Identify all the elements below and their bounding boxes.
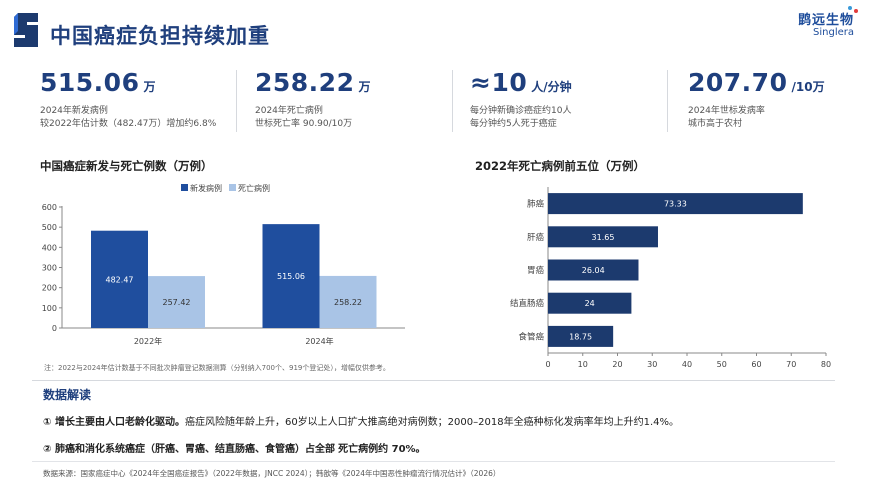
kpi-unit: 万 bbox=[143, 80, 156, 94]
y-tick-label: 结直肠癌 bbox=[510, 298, 545, 309]
kpi-caption: 每分钟新确诊癌症约10人 bbox=[470, 106, 572, 116]
kpi-unit: 人/分钟 bbox=[531, 80, 572, 94]
interpretation-item-1-text: 癌症风险随年龄上升，60岁以上人口扩大推高绝对病例数；2000–2018年全癌种… bbox=[184, 417, 679, 428]
brand-logo: 鹍远生物 Singlera bbox=[797, 6, 858, 38]
bar-value-label: 31.65 bbox=[592, 233, 615, 242]
y-tick-label: 0 bbox=[52, 324, 57, 333]
kpi-new-cases: 515.06 万 2024年新发病例 较2022年估计数（482.47万）增加约6… bbox=[40, 68, 216, 140]
y-tick-label: 500 bbox=[42, 223, 57, 232]
kpi-caption: 较2022年估计数（482.47万）增加约6.8% bbox=[40, 119, 217, 129]
kpi-caption: 世标死亡率 90.90/10万 bbox=[255, 119, 353, 129]
x-tick-label: 2022年 bbox=[134, 336, 162, 346]
bar-value-label: 73.33 bbox=[664, 200, 687, 209]
kpi-divider bbox=[236, 70, 237, 132]
legend-label: 新发病例 bbox=[190, 183, 222, 193]
x-tick-label: 50 bbox=[717, 360, 727, 369]
y-tick-label: 300 bbox=[42, 264, 57, 273]
bar-value-label: 515.06 bbox=[277, 272, 305, 281]
bar-value-label: 482.47 bbox=[106, 275, 134, 284]
x-tick-label: 70 bbox=[786, 360, 796, 369]
left-chart-title: 中国癌症新发与死亡例数（万例） bbox=[40, 159, 213, 173]
interpretation-title: 数据解读 bbox=[43, 388, 92, 402]
section-divider bbox=[32, 380, 835, 381]
brand-name-en: Singlera bbox=[813, 27, 854, 38]
legend-swatch bbox=[181, 184, 188, 191]
y-tick-label: 200 bbox=[42, 284, 57, 293]
kpi-divider bbox=[667, 70, 668, 132]
x-tick-label: 80 bbox=[821, 360, 831, 369]
interpretation-item-2-bold: ② 肺癌和消化系统癌症（肝癌、胃癌、结直肠癌、食管癌）占全部 bbox=[43, 444, 335, 455]
y-tick-label: 400 bbox=[42, 243, 57, 252]
y-tick-label: 肝癌 bbox=[527, 232, 545, 243]
legend-swatch bbox=[229, 184, 236, 191]
brand-dot-blue bbox=[848, 6, 852, 10]
y-tick-label: 肺癌 bbox=[527, 199, 545, 210]
kpi-divider bbox=[452, 70, 453, 132]
kpi-value: ≈10 人/分钟 bbox=[470, 68, 572, 97]
x-tick-label: 30 bbox=[647, 360, 657, 369]
x-tick-label: 0 bbox=[545, 360, 550, 369]
source-divider bbox=[32, 461, 835, 462]
right-chart-title: 2022年死亡病例前五位（万例） bbox=[475, 159, 646, 173]
kpi-unit: /10万 bbox=[791, 80, 825, 94]
kpi-value: 207.70/10万 bbox=[688, 68, 825, 97]
kpi-unit: 万 bbox=[358, 80, 371, 94]
kpi-number: 258.22 bbox=[255, 68, 355, 97]
chart-note: 注：2022与2024年估计数基于不同批次肿瘤登记数据测算（分别纳入700个、9… bbox=[44, 364, 390, 372]
brand-dot-red bbox=[854, 9, 858, 13]
x-tick-label: 40 bbox=[682, 360, 692, 369]
interpretation-item-1-bold: ① 增长主要由人口老龄化驱动。 bbox=[43, 417, 185, 428]
kpi-value: 258.22 万 bbox=[255, 68, 371, 97]
kpi-caption: 每分钟约5人死于癌症 bbox=[470, 119, 557, 129]
kpi-caption: 城市高于农村 bbox=[688, 119, 743, 129]
bar-value-label: 24 bbox=[585, 299, 595, 308]
y-tick-label: 600 bbox=[42, 203, 57, 212]
interpretation-item-2-text: 死亡病例约 70%。 bbox=[338, 444, 426, 455]
x-tick-label: 60 bbox=[751, 360, 761, 369]
bar-value-label: 258.22 bbox=[334, 298, 362, 307]
bar-value-label: 257.42 bbox=[163, 298, 191, 307]
page-title: 中国癌症负担持续加重 bbox=[50, 24, 270, 48]
x-tick-label: 10 bbox=[578, 360, 588, 369]
top5-deaths-hbar-chart: 0 10 20 30 40 50 60 70 80 73.33 肺癌 31.65 肝癌 26.04 胃癌 24… bbox=[510, 187, 831, 369]
brand-name-cn: 鹍远生物 bbox=[797, 13, 854, 28]
bar-value-label: 26.04 bbox=[582, 266, 605, 275]
kpi-deaths: 258.22 万 2024年死亡病例 世标死亡率 90.90/10万 bbox=[255, 68, 371, 140]
kpi-number: 207.70 bbox=[688, 68, 788, 97]
new-vs-deaths-bar-chart: 新发病例 死亡病例 0 100 200 300 400 500 600 482.47 257.42 2… bbox=[42, 183, 405, 346]
kpi-per-minute: ≈10 人/分钟 每分钟新确诊癌症约10人 每分钟约5人死于癌症 bbox=[470, 68, 572, 140]
y-tick-label: 食管癌 bbox=[518, 331, 544, 342]
legend-label: 死亡病例 bbox=[238, 183, 270, 193]
y-tick-label: 100 bbox=[42, 304, 57, 313]
y-tick-label: 胃癌 bbox=[527, 265, 545, 276]
kpi-caption: 2024年死亡病例 bbox=[255, 106, 323, 116]
kpi-caption: 2024年世标发病率 bbox=[688, 106, 765, 116]
x-tick-label: 20 bbox=[612, 360, 622, 369]
kpi-caption: 2024年新发病例 bbox=[40, 106, 108, 116]
bar-value-label: 18.75 bbox=[569, 332, 592, 341]
x-tick-label: 2024年 bbox=[305, 336, 333, 346]
logo-mark-icon bbox=[14, 13, 38, 47]
kpi-incidence-rate: 207.70/10万 2024年世标发病率 城市高于农村 bbox=[688, 68, 825, 140]
kpi-value: 515.06 万 bbox=[40, 68, 216, 97]
kpi-number: ≈10 bbox=[470, 68, 528, 97]
kpi-number: 515.06 bbox=[40, 68, 140, 97]
interpretation-item-1: ① 增长主要由人口老龄化驱动。癌症风险随年龄上升，60岁以上人口扩大推高绝对病例… bbox=[43, 413, 679, 428]
data-source: 数据来源：国家癌症中心《2024年全国癌症报告》（2022年数据，JNCC 20… bbox=[43, 469, 501, 478]
interpretation-item-2: ② 肺癌和消化系统癌症（肝癌、胃癌、结直肠癌、食管癌）占全部 死亡病例约 70%… bbox=[43, 440, 426, 455]
